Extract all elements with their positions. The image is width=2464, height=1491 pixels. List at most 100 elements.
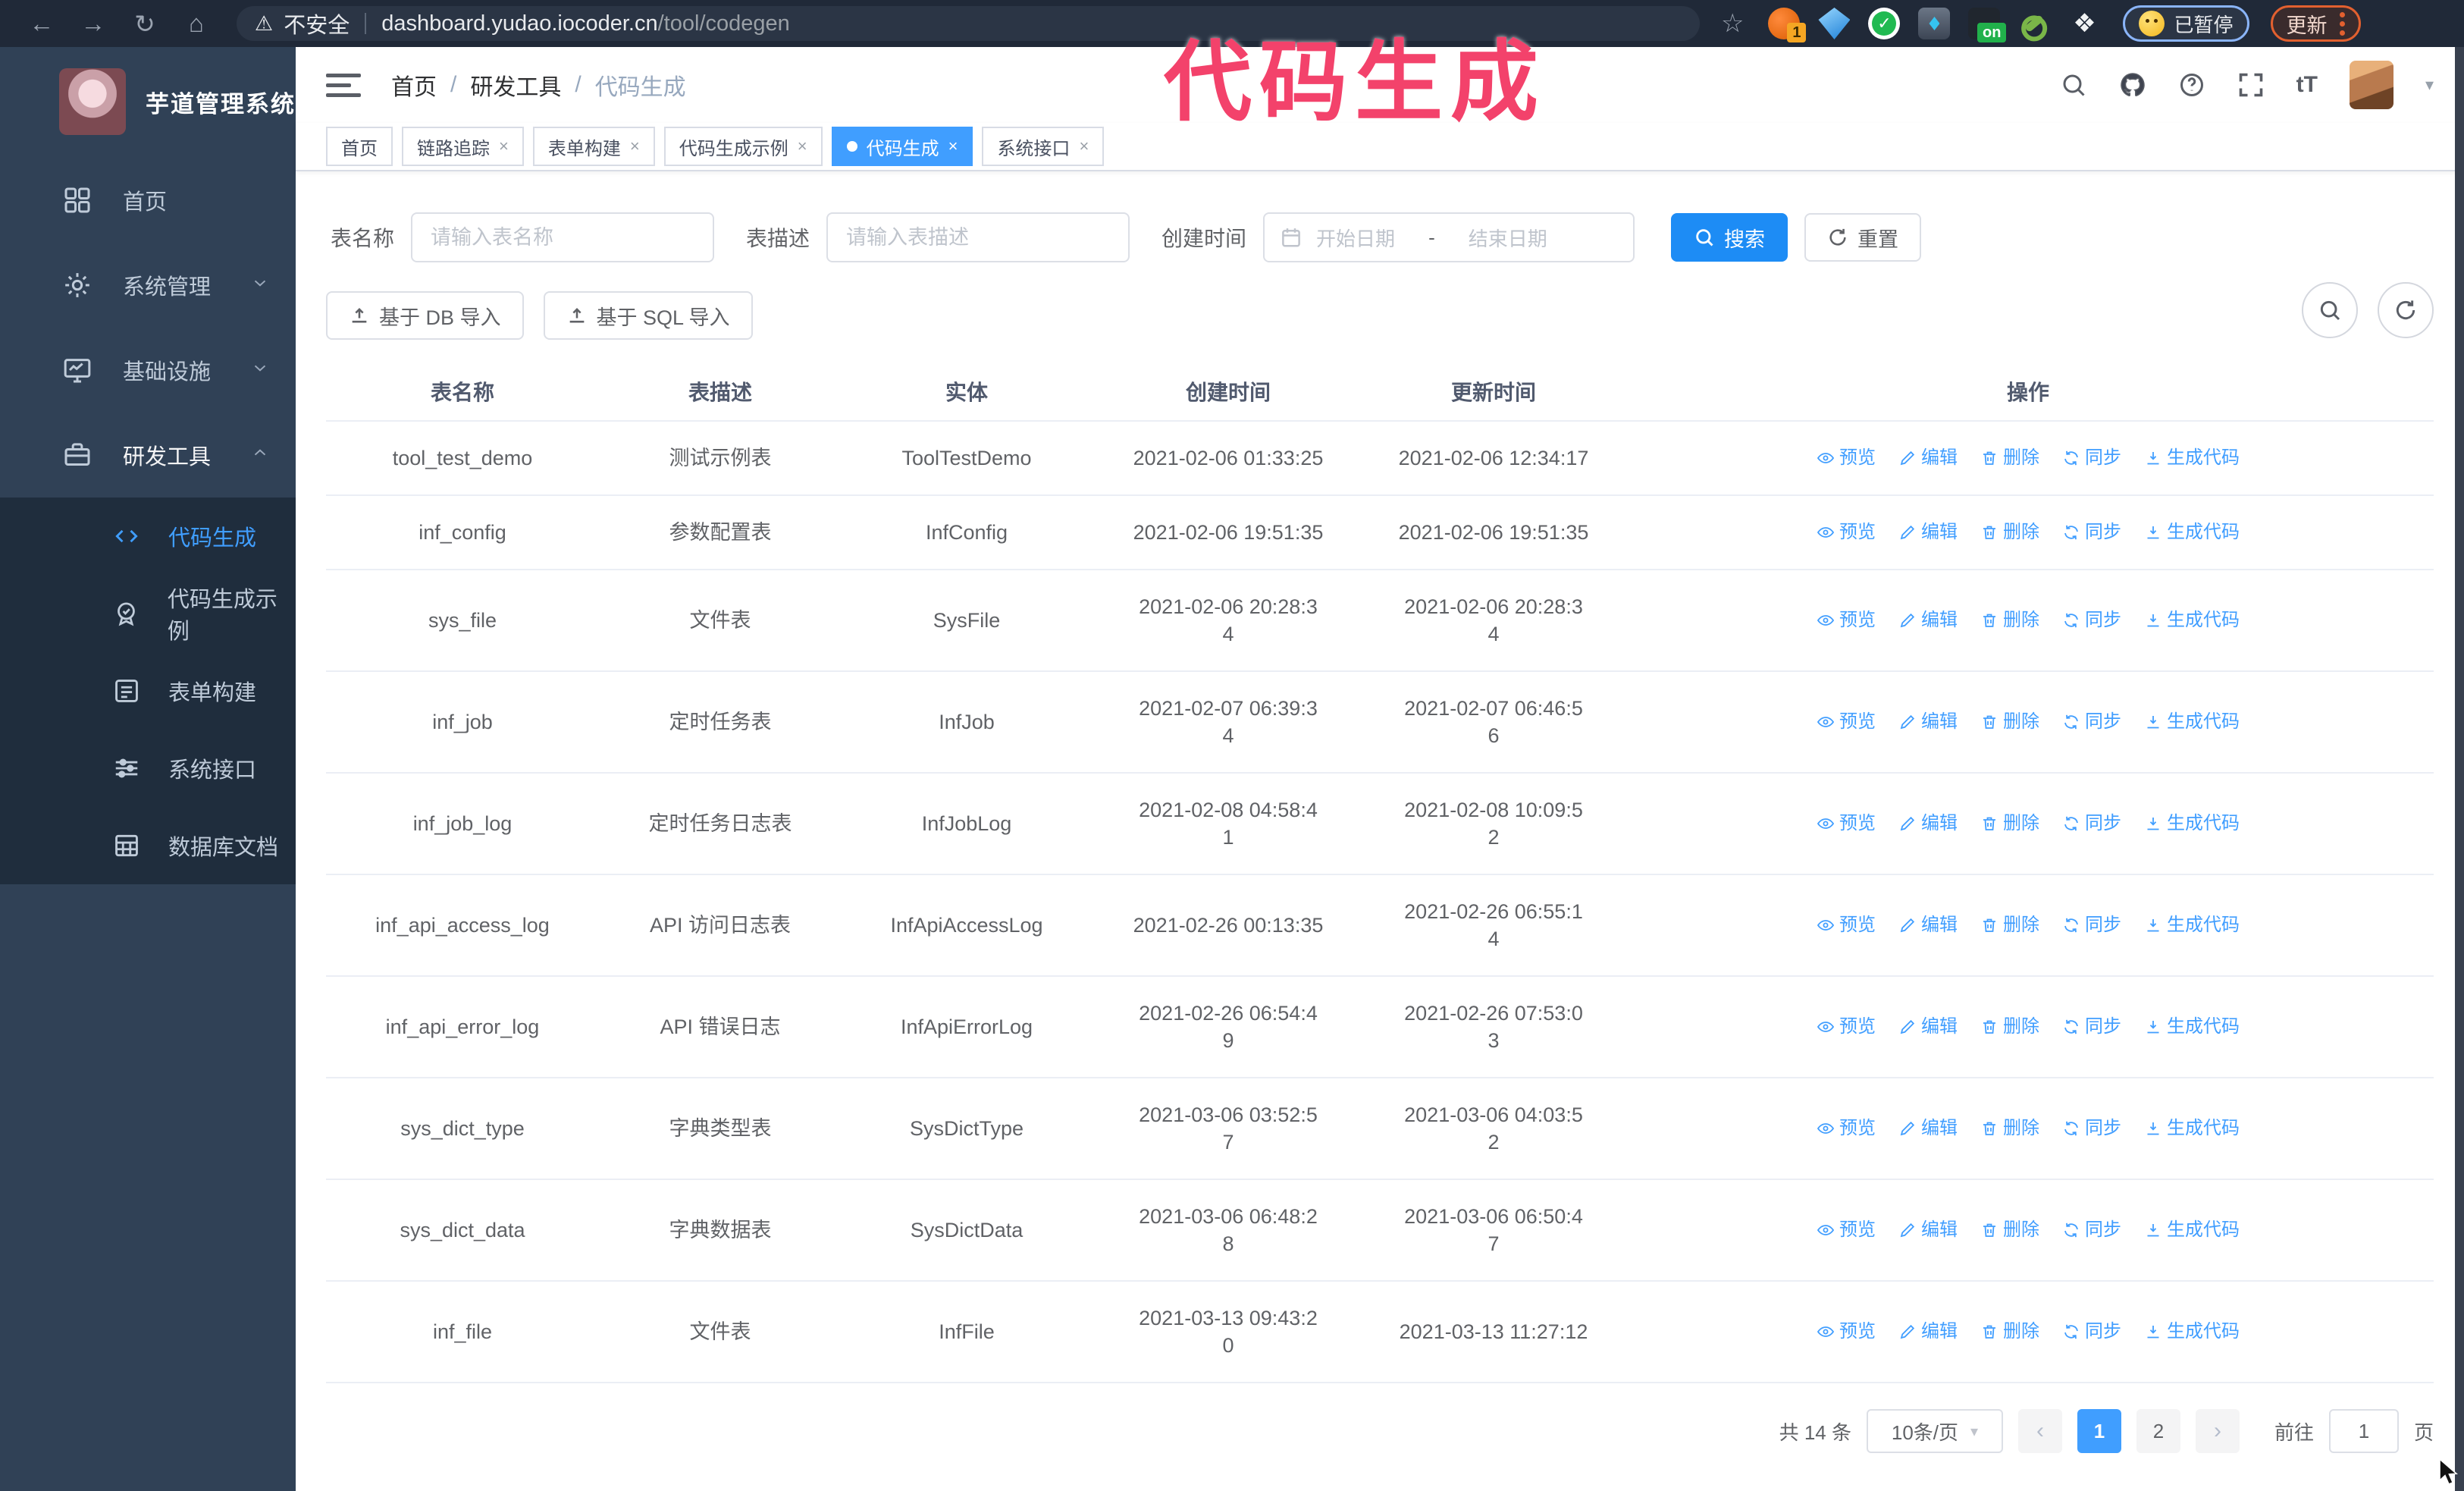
close-icon[interactable]: × bbox=[499, 137, 509, 156]
sql-import-button[interactable]: 基于 SQL 导入 bbox=[543, 291, 753, 340]
submenu-item-1[interactable]: 代码生成示例 bbox=[0, 575, 296, 652]
action-edit[interactable]: 编辑 bbox=[1898, 1115, 1958, 1142]
action-sync[interactable]: 同步 bbox=[2062, 1013, 2121, 1041]
action-sync[interactable]: 同步 bbox=[2062, 519, 2121, 546]
create-time-range-picker[interactable]: 开始日期 - 结束日期 bbox=[1263, 212, 1635, 262]
submenu-item-0[interactable]: 代码生成 bbox=[0, 498, 296, 575]
sidebar-item-2[interactable]: 基础设施 bbox=[0, 328, 296, 413]
tab-1[interactable]: 链路追踪 × bbox=[402, 127, 524, 166]
tab-0[interactable]: 首页 bbox=[326, 127, 393, 166]
action-edit[interactable]: 编辑 bbox=[1898, 1013, 1958, 1041]
action-edit[interactable]: 编辑 bbox=[1898, 912, 1958, 939]
browser-back-button[interactable]: ← bbox=[20, 6, 64, 41]
key-extension-icon[interactable] bbox=[2018, 8, 2050, 39]
puzzle-extensions-icon[interactable]: ❖ bbox=[2068, 8, 2100, 39]
action-sync[interactable]: 同步 bbox=[2062, 1115, 2121, 1142]
chevron-down-icon[interactable]: ▾ bbox=[2425, 75, 2434, 95]
font-size-icon[interactable]: tT bbox=[2296, 72, 2318, 98]
page-size-select[interactable]: 10条/页 ▾ bbox=[1866, 1409, 2003, 1453]
action-generate-code[interactable]: 生成代码 bbox=[2144, 519, 2240, 546]
action-edit[interactable]: 编辑 bbox=[1898, 1216, 1958, 1244]
dev-extension-icon[interactable]: on bbox=[1968, 8, 2007, 42]
user-avatar[interactable] bbox=[2349, 61, 2393, 109]
action-delete[interactable]: 删除 bbox=[1980, 1115, 2039, 1142]
panel-extension-icon[interactable] bbox=[1918, 8, 1951, 39]
tab-4[interactable]: 代码生成 × bbox=[831, 127, 973, 166]
action-delete[interactable]: 删除 bbox=[1980, 1013, 2039, 1041]
submenu-item-2[interactable]: 表单构建 bbox=[0, 652, 296, 730]
sidebar-logo[interactable]: 芋道管理系统 bbox=[0, 47, 296, 158]
action-eye[interactable]: 预览 bbox=[1817, 1318, 1876, 1345]
action-edit[interactable]: 编辑 bbox=[1898, 444, 1958, 472]
close-icon[interactable]: × bbox=[948, 137, 958, 156]
bookmark-star-icon[interactable]: ☆ bbox=[1721, 8, 1744, 39]
toggle-search-button[interactable] bbox=[2302, 282, 2358, 338]
action-generate-code[interactable]: 生成代码 bbox=[2144, 912, 2240, 939]
tab-2[interactable]: 表单构建 × bbox=[532, 127, 655, 166]
help-icon[interactable] bbox=[2178, 71, 2205, 99]
action-generate-code[interactable]: 生成代码 bbox=[2144, 444, 2240, 472]
action-delete[interactable]: 删除 bbox=[1980, 1318, 2039, 1345]
action-sync[interactable]: 同步 bbox=[2062, 1216, 2121, 1244]
browser-scrollbar[interactable] bbox=[2455, 47, 2464, 1491]
action-sync[interactable]: 同步 bbox=[2062, 708, 2121, 736]
profile-paused-badge[interactable]: 已暂停 bbox=[2123, 5, 2249, 42]
action-generate-code[interactable]: 生成代码 bbox=[2144, 1318, 2240, 1345]
submenu-item-4[interactable]: 数据库文档 bbox=[0, 807, 296, 884]
browser-reload-button[interactable]: ↻ bbox=[123, 6, 167, 41]
action-delete[interactable]: 删除 bbox=[1980, 810, 2039, 837]
db-import-button[interactable]: 基于 DB 导入 bbox=[326, 291, 524, 340]
action-sync[interactable]: 同步 bbox=[2062, 607, 2121, 634]
action-eye[interactable]: 预览 bbox=[1817, 912, 1876, 939]
tab-3[interactable]: 代码生成示例 × bbox=[663, 127, 823, 166]
action-eye[interactable]: 预览 bbox=[1817, 1216, 1876, 1244]
action-generate-code[interactable]: 生成代码 bbox=[2144, 1013, 2240, 1041]
search-button[interactable]: 搜索 bbox=[1671, 213, 1788, 262]
goto-page-input[interactable] bbox=[2328, 1409, 2399, 1453]
action-eye[interactable]: 预览 bbox=[1817, 444, 1876, 472]
next-page-button[interactable]: › bbox=[2195, 1409, 2240, 1453]
action-delete[interactable]: 删除 bbox=[1980, 444, 2039, 472]
prev-page-button[interactable]: ‹ bbox=[2017, 1409, 2062, 1453]
table-name-input[interactable] bbox=[411, 212, 715, 262]
fullscreen-icon[interactable] bbox=[2237, 71, 2265, 99]
table-desc-input[interactable] bbox=[826, 212, 1130, 262]
close-icon[interactable]: × bbox=[1079, 137, 1089, 156]
search-icon[interactable] bbox=[2060, 71, 2087, 99]
breadcrumb-home[interactable]: 首页 bbox=[391, 68, 437, 102]
check-extension-icon[interactable]: ✓ bbox=[1868, 8, 1901, 39]
action-sync[interactable]: 同步 bbox=[2062, 1318, 2121, 1345]
action-generate-code[interactable]: 生成代码 bbox=[2144, 1115, 2240, 1142]
action-edit[interactable]: 编辑 bbox=[1898, 810, 1958, 837]
action-edit[interactable]: 编辑 bbox=[1898, 1318, 1958, 1345]
action-delete[interactable]: 删除 bbox=[1980, 607, 2039, 634]
page-button-2[interactable]: 2 bbox=[2136, 1409, 2180, 1453]
action-eye[interactable]: 预览 bbox=[1817, 1115, 1876, 1142]
breadcrumb-dev-tools[interactable]: 研发工具 bbox=[470, 68, 561, 102]
browser-update-button[interactable]: 更新 bbox=[2270, 5, 2361, 42]
action-generate-code[interactable]: 生成代码 bbox=[2144, 810, 2240, 837]
sidebar-item-3[interactable]: 研发工具 bbox=[0, 413, 296, 498]
action-eye[interactable]: 预览 bbox=[1817, 519, 1876, 546]
action-sync[interactable]: 同步 bbox=[2062, 444, 2121, 472]
gem-extension-icon[interactable] bbox=[1818, 8, 1851, 39]
browser-forward-button[interactable]: → bbox=[71, 6, 115, 41]
action-eye[interactable]: 预览 bbox=[1817, 607, 1876, 634]
action-delete[interactable]: 删除 bbox=[1980, 708, 2039, 736]
browser-home-button[interactable]: ⌂ bbox=[174, 6, 218, 41]
tab-5[interactable]: 系统接口 × bbox=[982, 127, 1105, 166]
close-icon[interactable]: × bbox=[630, 137, 640, 156]
action-delete[interactable]: 删除 bbox=[1980, 1216, 2039, 1244]
action-eye[interactable]: 预览 bbox=[1817, 810, 1876, 837]
action-edit[interactable]: 编辑 bbox=[1898, 708, 1958, 736]
github-icon[interactable] bbox=[2119, 71, 2146, 99]
adblock-extension-icon[interactable]: 1 bbox=[1768, 8, 1807, 42]
action-edit[interactable]: 编辑 bbox=[1898, 607, 1958, 634]
action-eye[interactable]: 预览 bbox=[1817, 708, 1876, 736]
action-generate-code[interactable]: 生成代码 bbox=[2144, 708, 2240, 736]
action-eye[interactable]: 预览 bbox=[1817, 1013, 1876, 1041]
refresh-table-button[interactable] bbox=[2378, 282, 2434, 338]
action-generate-code[interactable]: 生成代码 bbox=[2144, 607, 2240, 634]
action-sync[interactable]: 同步 bbox=[2062, 912, 2121, 939]
sidebar-item-0[interactable]: 首页 bbox=[0, 158, 296, 243]
